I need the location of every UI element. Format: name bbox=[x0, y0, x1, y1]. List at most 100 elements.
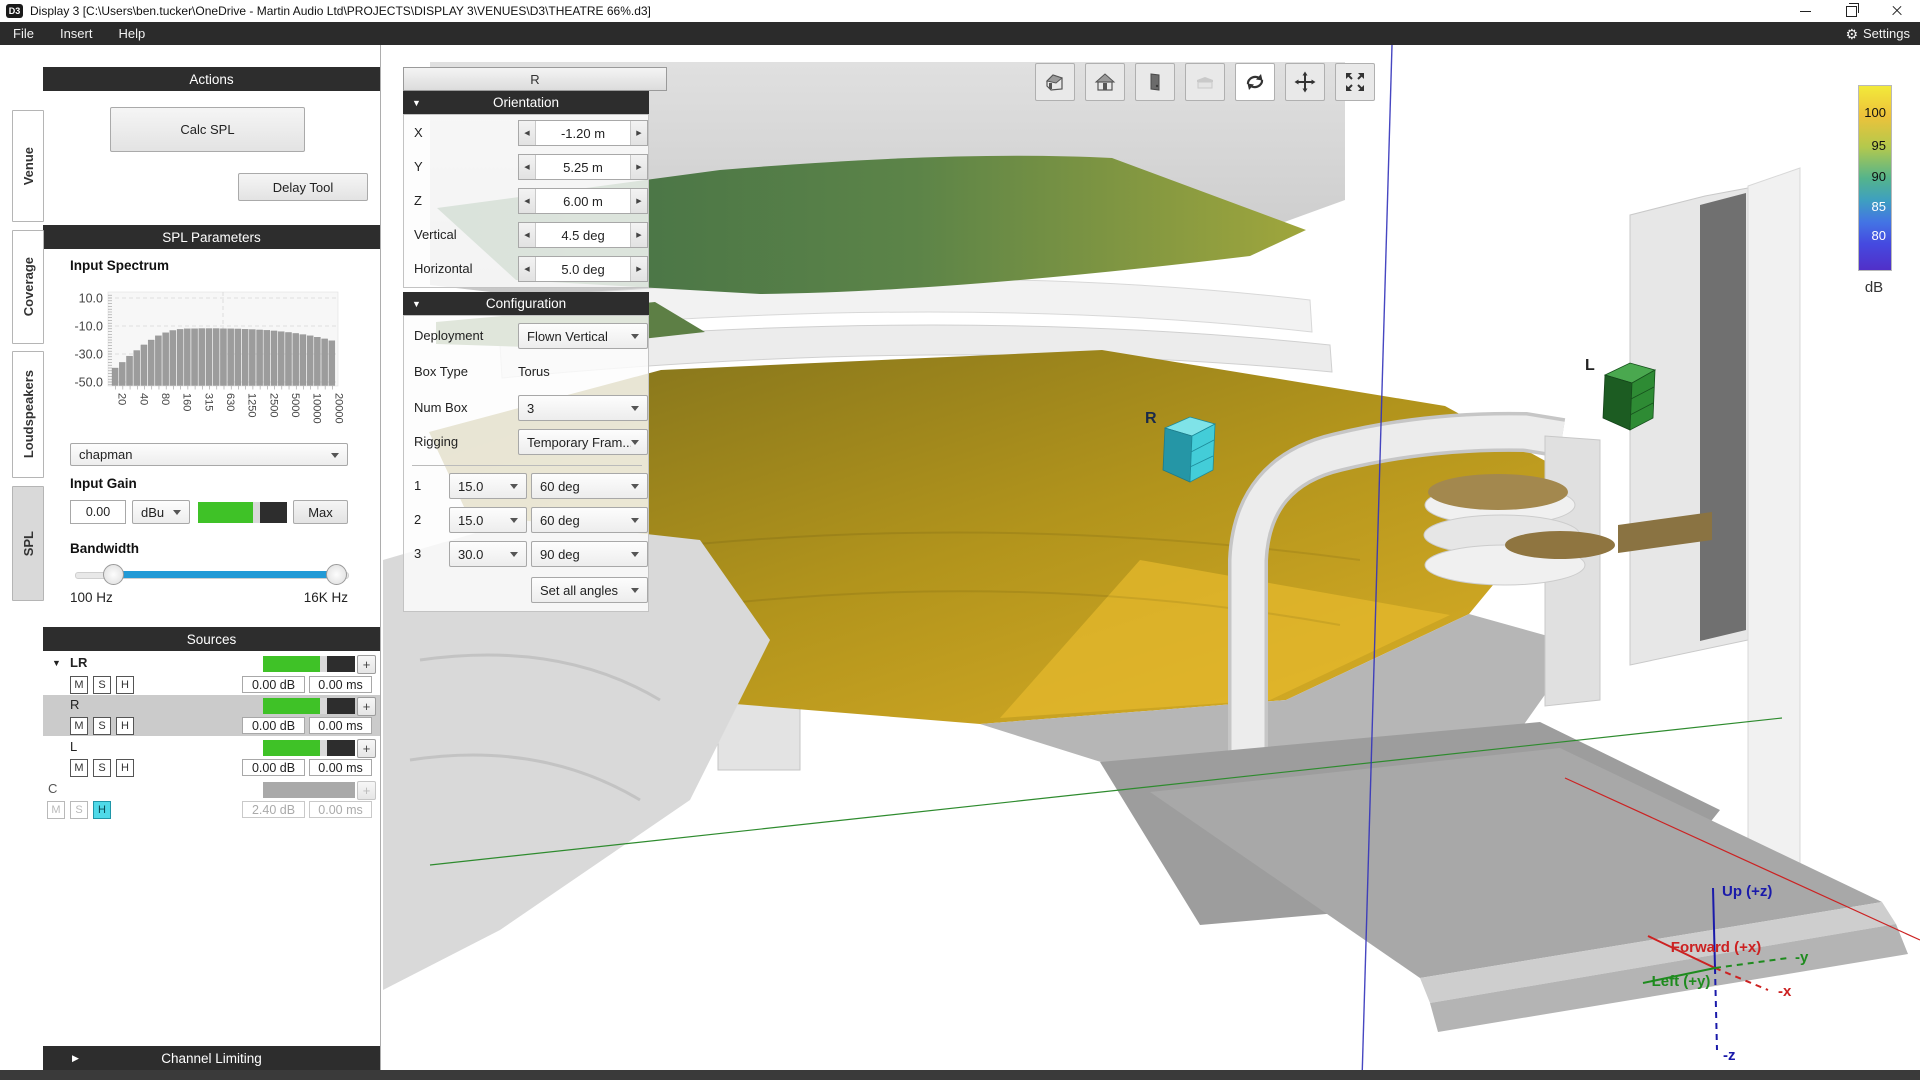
horizontal-decrement-button[interactable]: ◀ bbox=[519, 257, 536, 281]
gain-unit-select[interactable]: dBu bbox=[132, 500, 190, 524]
settings-button[interactable]: ⚙ Settings bbox=[1845, 22, 1910, 45]
legend-unit-label: dB bbox=[1856, 279, 1892, 296]
source-row-lr-name[interactable]: LR bbox=[70, 655, 87, 670]
source-r-hide-button[interactable]: H bbox=[116, 717, 134, 735]
lr-expander-icon[interactable]: ▼ bbox=[52, 658, 61, 668]
z-increment-button[interactable]: ▶ bbox=[630, 189, 647, 213]
source-l-add-button[interactable]: + bbox=[357, 739, 376, 758]
configuration-body: Deployment Flown Vertical Box Type Torus… bbox=[403, 315, 649, 612]
x-label: X bbox=[414, 125, 423, 140]
source-l-mute-button[interactable]: M bbox=[70, 759, 88, 777]
input-gain-value[interactable]: 0.00 bbox=[70, 500, 126, 524]
legend-tick-85: 85 bbox=[1856, 199, 1886, 214]
configuration-header[interactable]: ▼ Configuration bbox=[403, 292, 649, 315]
x-decrement-button[interactable]: ◀ bbox=[519, 121, 536, 145]
orientation-collapse-icon[interactable]: ▼ bbox=[412, 98, 421, 108]
z-value[interactable]: 6.00 m bbox=[536, 189, 630, 213]
view-front-button[interactable] bbox=[1085, 63, 1125, 101]
splay-2-select[interactable]: 15.0 bbox=[449, 507, 527, 533]
orientation-header[interactable]: ▼ Orientation bbox=[403, 91, 649, 114]
channel-limiting-header[interactable]: ▶ Channel Limiting bbox=[43, 1046, 380, 1070]
menu-insert[interactable]: Insert bbox=[47, 22, 106, 45]
source-r-add-button[interactable]: + bbox=[357, 697, 376, 716]
view-perspective-button[interactable] bbox=[1035, 63, 1075, 101]
close-button[interactable] bbox=[1874, 0, 1920, 22]
rotate-view-button[interactable] bbox=[1235, 63, 1275, 101]
dropdown-caret-icon bbox=[510, 552, 518, 557]
source-l-hide-button[interactable]: H bbox=[116, 759, 134, 777]
source-lr-delay[interactable]: 0.00 ms bbox=[309, 676, 372, 693]
source-lr-add-button[interactable]: + bbox=[357, 655, 376, 674]
svg-text:10000: 10000 bbox=[311, 393, 323, 424]
x-increment-button[interactable]: ▶ bbox=[630, 121, 647, 145]
svg-text:20000: 20000 bbox=[332, 393, 344, 424]
source-r-delay[interactable]: 0.00 ms bbox=[309, 717, 372, 734]
source-l-delay[interactable]: 0.00 ms bbox=[309, 759, 372, 776]
tab-spl[interactable]: SPL bbox=[12, 486, 44, 601]
z-decrement-button[interactable]: ◀ bbox=[519, 189, 536, 213]
y-increment-button[interactable]: ▶ bbox=[630, 155, 647, 179]
y-decrement-button[interactable]: ◀ bbox=[519, 155, 536, 179]
axis-label-back: -x bbox=[1778, 983, 1792, 1000]
source-row-l-name[interactable]: L bbox=[70, 739, 77, 754]
restore-button[interactable] bbox=[1828, 0, 1874, 22]
source-c-hide-button[interactable]: H bbox=[93, 801, 111, 819]
source-c-mute-button[interactable]: M bbox=[47, 801, 65, 819]
angle-3-select[interactable]: 90 deg bbox=[531, 541, 648, 567]
input-spectrum-label: Input Spectrum bbox=[70, 258, 169, 273]
x-value[interactable]: -1.20 m bbox=[536, 121, 630, 145]
axis-label-left: Left (+y) bbox=[1652, 973, 1711, 990]
deployment-select[interactable]: Flown Vertical bbox=[518, 323, 648, 349]
vertical-decrement-button[interactable]: ◀ bbox=[519, 223, 536, 247]
axis-label-right: -y bbox=[1795, 949, 1809, 966]
num-box-select[interactable]: 3 bbox=[518, 395, 648, 421]
source-lr-gain[interactable]: 0.00 dB bbox=[242, 676, 305, 693]
inspector-title[interactable]: R bbox=[403, 67, 667, 91]
source-row-c-name[interactable]: C bbox=[48, 781, 57, 796]
view-top-button[interactable] bbox=[1185, 63, 1225, 101]
minimize-button[interactable] bbox=[1782, 0, 1828, 22]
restore-icon bbox=[1846, 6, 1857, 17]
horizontal-value[interactable]: 5.0 deg bbox=[536, 257, 630, 281]
calc-spl-button[interactable]: Calc SPL bbox=[110, 107, 305, 152]
source-row-r-name[interactable]: R bbox=[70, 697, 79, 712]
max-gain-button[interactable]: Max bbox=[293, 500, 348, 524]
zoom-extents-button[interactable] bbox=[1335, 63, 1375, 101]
view-side-button[interactable] bbox=[1135, 63, 1175, 101]
horizontal-increment-button[interactable]: ▶ bbox=[630, 257, 647, 281]
rigging-select[interactable]: Temporary Fram... bbox=[518, 429, 648, 455]
source-r-mute-button[interactable]: M bbox=[70, 717, 88, 735]
splay-3-select[interactable]: 30.0 bbox=[449, 541, 527, 567]
channel-limiting-expand-icon[interactable]: ▶ bbox=[72, 1053, 79, 1064]
source-lr-mute-button[interactable]: M bbox=[70, 676, 88, 694]
configuration-collapse-icon[interactable]: ▼ bbox=[412, 299, 421, 309]
spectrum-preset-select[interactable]: chapman bbox=[70, 443, 348, 466]
tab-venue[interactable]: Venue bbox=[12, 110, 44, 222]
y-value[interactable]: 5.25 m bbox=[536, 155, 630, 179]
bandwidth-handle-low[interactable] bbox=[103, 564, 124, 585]
angle-2-select[interactable]: 60 deg bbox=[531, 507, 648, 533]
source-c-solo-button[interactable]: S bbox=[70, 801, 88, 819]
axis-label-forward: Forward (+x) bbox=[1671, 939, 1761, 956]
tab-coverage[interactable]: Coverage bbox=[12, 230, 44, 344]
source-l-solo-button[interactable]: S bbox=[93, 759, 111, 777]
menu-file[interactable]: File bbox=[0, 22, 47, 45]
angle-1-select[interactable]: 60 deg bbox=[531, 473, 648, 499]
vertical-value[interactable]: 4.5 deg bbox=[536, 223, 630, 247]
splay-1-select[interactable]: 15.0 bbox=[449, 473, 527, 499]
pan-view-button[interactable] bbox=[1285, 63, 1325, 101]
delay-tool-button[interactable]: Delay Tool bbox=[238, 173, 368, 201]
orientation-body: X ◀ -1.20 m ▶ Y ◀ 5.25 m ▶ Z ◀ 6.00 m ▶ … bbox=[403, 114, 649, 288]
source-l-gain[interactable]: 0.00 dB bbox=[242, 759, 305, 776]
source-r-gain[interactable]: 0.00 dB bbox=[242, 717, 305, 734]
source-lr-solo-button[interactable]: S bbox=[93, 676, 111, 694]
z-label: Z bbox=[414, 193, 422, 208]
tab-loudspeakers[interactable]: Loudspeakers bbox=[12, 351, 44, 478]
set-all-angles-select[interactable]: Set all angles bbox=[531, 577, 648, 603]
source-lr-hide-button[interactable]: H bbox=[116, 676, 134, 694]
menu-help[interactable]: Help bbox=[105, 22, 158, 45]
dropdown-caret-icon bbox=[173, 510, 181, 515]
vertical-increment-button[interactable]: ▶ bbox=[630, 223, 647, 247]
source-r-solo-button[interactable]: S bbox=[93, 717, 111, 735]
bandwidth-handle-high[interactable] bbox=[326, 564, 347, 585]
